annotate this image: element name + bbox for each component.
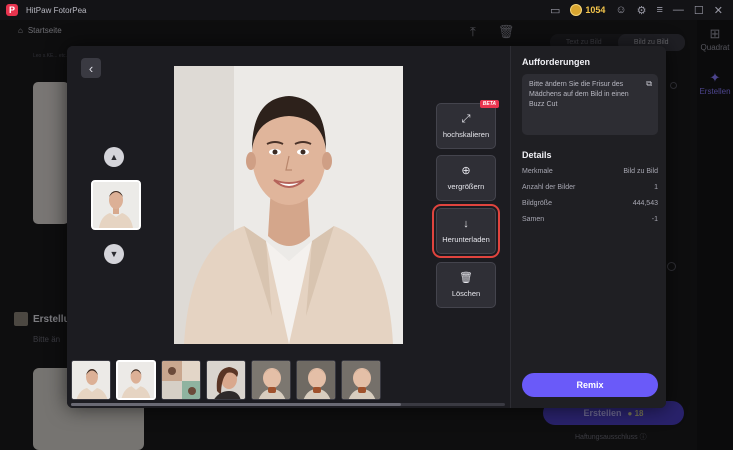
previous-image-button[interactable]: ▲ xyxy=(104,147,124,167)
chevron-up-icon: ▲ xyxy=(109,152,119,162)
thumbnail-item[interactable] xyxy=(341,360,381,400)
detail-key: Samen xyxy=(522,216,545,223)
prompt-text: Bitte ändern Sie die Frisur des Mädchens… xyxy=(529,81,629,108)
remix-button[interactable]: Remix xyxy=(522,373,658,397)
detail-value: -1 xyxy=(651,216,658,223)
download-button[interactable]: ↓ Herunterladen xyxy=(432,204,500,258)
scrollbar-thumb[interactable] xyxy=(71,403,401,406)
thumbnail-image xyxy=(162,361,200,399)
thumbnail-scrollbar[interactable] xyxy=(71,403,505,406)
close-icon[interactable]: ✕ xyxy=(714,4,723,17)
account-icon[interactable]: ☺ xyxy=(615,4,626,16)
chevron-left-icon: ‹ xyxy=(88,60,94,76)
credits-badge[interactable]: 1054 xyxy=(570,4,605,16)
detail-key: Anzahl der Bilder xyxy=(522,184,576,191)
beta-badge: BETA xyxy=(479,100,499,108)
thumbnail-item[interactable] xyxy=(296,360,336,400)
detail-key: Merkmale xyxy=(522,168,553,175)
back-button[interactable]: ‹ xyxy=(81,58,101,78)
copy-icon[interactable]: ⧉ xyxy=(646,79,652,89)
app-title: HitPaw FotorPea xyxy=(26,5,87,15)
delete-button[interactable]: 🗑 Löschen xyxy=(436,262,496,308)
thumbnail-image xyxy=(72,361,110,399)
thumbnail-strip xyxy=(71,360,381,400)
current-image-thumbnail[interactable] xyxy=(91,180,141,230)
detail-row: Anzahl der Bilder 1 xyxy=(522,184,658,191)
next-image-button[interactable]: ▼ xyxy=(104,244,124,264)
detail-row: Bildgröße 444,543 xyxy=(522,200,658,207)
enlarge-button[interactable]: ⊕ vergrößern xyxy=(436,155,496,201)
download-arrow-icon: ↓ xyxy=(463,217,469,230)
minimize-icon[interactable]: — xyxy=(673,4,684,16)
trash-icon: 🗑 xyxy=(459,271,473,284)
prompt-box: Bitte ändern Sie die Frisur des Mädchens… xyxy=(522,74,658,135)
title-bar: P HitPaw FotorPea ▭ 1054 ☺ ⚙ ≡ — ☐ ✕ xyxy=(0,0,733,20)
details-panel: Aufforderungen Bitte ändern Sie die Fris… xyxy=(510,46,666,408)
detail-value: 1 xyxy=(654,184,658,191)
thumbnail-item[interactable] xyxy=(71,360,111,400)
upscale-button[interactable]: BETA ⤢ hochskalieren xyxy=(436,100,499,149)
image-preview-modal: ‹ ▲ ▼ BETA ⤢ hochskalieren ⊕ vergrößern … xyxy=(67,46,666,408)
settings-icon[interactable]: ⚙ xyxy=(637,4,647,17)
details-title: Details xyxy=(522,150,552,160)
thumbnail-image xyxy=(297,361,335,399)
thumbnail-image xyxy=(118,362,154,398)
portrait-thumbnail-image xyxy=(93,182,139,228)
titlebar-controls: ▭ 1054 ☺ ⚙ ≡ — ☐ ✕ xyxy=(550,0,733,20)
enlarge-label: vergrößern xyxy=(447,181,485,191)
menu-icon[interactable]: ≡ xyxy=(656,4,662,16)
gamepad-icon[interactable]: ▭ xyxy=(550,4,560,17)
thumbnail-item[interactable] xyxy=(161,360,201,400)
main-preview-image xyxy=(174,66,403,344)
portrait-image xyxy=(174,66,403,344)
app-logo-icon: P xyxy=(6,4,18,16)
thumbnail-image xyxy=(252,361,290,399)
thumbnail-item[interactable] xyxy=(251,360,291,400)
thumbnail-item[interactable] xyxy=(206,360,246,400)
coin-icon xyxy=(570,4,583,16)
maximize-icon[interactable]: ☐ xyxy=(694,4,704,17)
chevron-down-icon: ▼ xyxy=(109,249,119,259)
detail-key: Bildgröße xyxy=(522,200,552,207)
download-label: Herunterladen xyxy=(442,234,490,244)
detail-value: 444,543 xyxy=(632,200,658,207)
upscale-icon: ⤢ xyxy=(461,112,471,125)
upscale-label: hochskalieren xyxy=(442,129,490,139)
thumbnail-image xyxy=(207,361,245,399)
thumbnail-image xyxy=(342,361,380,399)
credits-count: 1054 xyxy=(585,5,606,15)
detail-row: Merkmale Bild zu Bild xyxy=(522,168,658,175)
detail-value: Bild zu Bild xyxy=(623,168,658,175)
prompt-title: Aufforderungen xyxy=(522,57,590,67)
remix-label: Remix xyxy=(576,380,604,390)
zoom-in-icon: ⊕ xyxy=(461,164,471,177)
detail-row: Samen -1 xyxy=(522,216,658,223)
image-viewer: ‹ ▲ ▼ BETA ⤢ hochskalieren ⊕ vergrößern … xyxy=(67,46,510,408)
thumbnail-item-selected[interactable] xyxy=(116,360,156,400)
delete-label: Löschen xyxy=(451,288,481,298)
